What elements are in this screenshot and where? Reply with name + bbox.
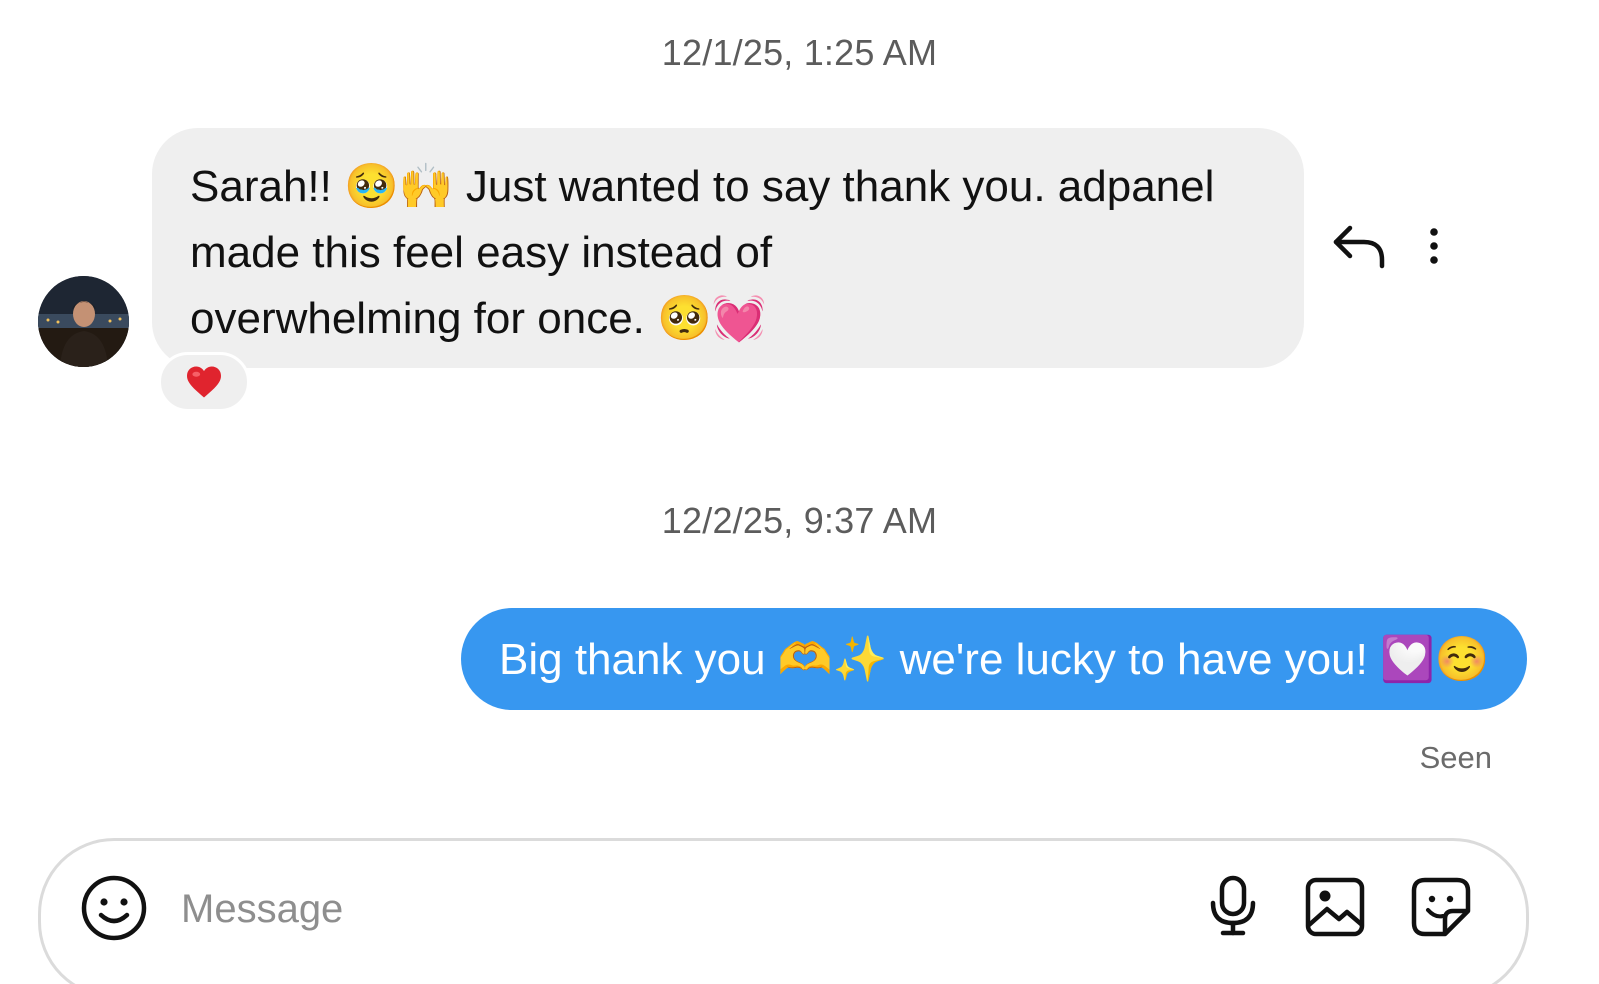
- more-vertical-icon[interactable]: [1420, 226, 1448, 266]
- timestamp: 12/2/25, 9:37 AM: [661, 500, 938, 541]
- microphone-icon[interactable]: [1207, 875, 1259, 937]
- avatar[interactable]: [38, 276, 129, 367]
- avatar-photo: [38, 276, 129, 367]
- message-composer: [38, 838, 1529, 984]
- smiley-icon[interactable]: [81, 875, 147, 941]
- incoming-message-bubble[interactable]: Sarah!! 🥹🙌 Just wanted to say thank you.…: [152, 128, 1304, 368]
- reaction-badge[interactable]: [158, 352, 250, 412]
- image-icon[interactable]: [1305, 877, 1365, 937]
- outgoing-message-text: Big thank you 🫶✨ we're lucky to have you…: [499, 635, 1490, 684]
- incoming-message-text: Sarah!! 🥹🙌 Just wanted to say thank you.…: [190, 162, 1215, 343]
- heart-reaction-icon: [187, 366, 221, 398]
- timestamp: 12/1/25, 1:25 AM: [661, 32, 938, 73]
- message-input[interactable]: [179, 879, 1143, 939]
- reply-arrow-icon[interactable]: [1332, 222, 1386, 270]
- seen-status: Seen: [1419, 740, 1492, 775]
- sticker-icon[interactable]: [1411, 877, 1471, 937]
- direct-message-thread: 12/1/25, 1:25 AM Sarah!! 🥹🙌 Just wanted …: [0, 0, 1599, 984]
- outgoing-message-bubble[interactable]: Big thank you 🫶✨ we're lucky to have you…: [461, 608, 1527, 710]
